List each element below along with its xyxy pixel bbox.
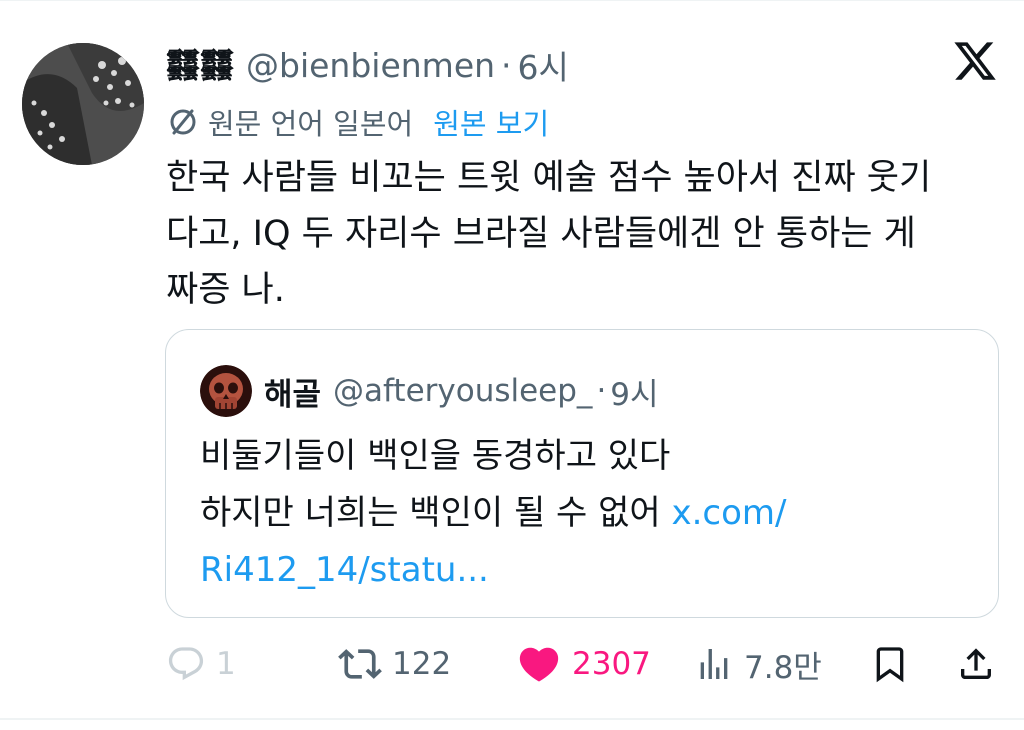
translation-label: 원문 언어 일본어 <box>208 107 414 141</box>
retweet-icon <box>338 642 382 686</box>
retweet-count: 122 <box>392 646 452 682</box>
views-count: 7.8만 <box>744 649 822 686</box>
user-handle[interactable]: @bienbienmen <box>246 46 495 85</box>
quote-timestamp[interactable]: 9시 <box>610 369 658 414</box>
tweet-text: 한국 사람들 비꼬는 트윗 예술 점수 높아서 진짜 웃기 다고, IQ 두 자… <box>166 158 932 310</box>
action-bar: 1 122 2307 7.8만 <box>0 632 1024 696</box>
bottom-divider <box>0 718 1024 720</box>
share-icon <box>956 644 996 684</box>
quote-header: 해골 @afteryousleep_ · 9시 <box>200 364 659 418</box>
reply-count: 1 <box>216 646 236 682</box>
quote-link-continued[interactable]: Ri412_14/statu... <box>200 542 980 599</box>
quote-line-1: 비둘기들이 백인을 동경하고 있다 <box>200 436 671 476</box>
bookmark-button[interactable] <box>870 632 910 696</box>
timestamp[interactable]: 6시 <box>518 41 569 89</box>
quote-text: 비둘기들이 백인을 동경하고 있다 하지만 너희는 백인이 될 수 없어 x.c… <box>200 428 980 599</box>
reply-button[interactable]: 1 <box>166 632 236 696</box>
separator-dot: · <box>501 45 512 85</box>
quote-avatar[interactable] <box>200 365 252 417</box>
translation-row: 원문 언어 일본어 원본 보기 <box>166 100 549 144</box>
display-name[interactable]: 𩇔𩇔 <box>166 44 234 87</box>
top-divider <box>0 0 1024 1</box>
retweet-button[interactable]: 122 <box>338 632 451 696</box>
bookmark-icon <box>870 644 910 684</box>
show-original-link[interactable]: 원본 보기 <box>433 101 549 143</box>
quote-line-2: 하지만 너희는 백인이 될 수 없어 x.com/ <box>200 485 980 542</box>
quote-display-name[interactable]: 해골 <box>264 369 321 414</box>
heart-icon <box>516 641 562 687</box>
share-button[interactable] <box>956 632 996 696</box>
avatar[interactable] <box>22 43 144 165</box>
quote-tweet[interactable]: 해골 @afteryousleep_ · 9시 비둘기들이 백인을 동경하고 있… <box>165 329 999 618</box>
translate-icon <box>166 105 200 139</box>
quote-separator-dot: · <box>596 373 607 409</box>
reply-icon <box>166 644 206 684</box>
x-logo-icon <box>952 38 998 84</box>
tweet-header: 𩇔𩇔 @bienbienmen · 6시 <box>166 40 569 90</box>
views-icon <box>694 644 734 684</box>
like-button[interactable]: 2307 <box>516 632 651 696</box>
views-button[interactable]: 7.8만 <box>694 632 822 696</box>
quote-user-handle[interactable]: @afteryousleep_ <box>333 373 592 409</box>
quote-link[interactable]: x.com/ <box>672 493 787 533</box>
like-count: 2307 <box>572 646 651 682</box>
quote-line-2-text: 하지만 너희는 백인이 될 수 없어 <box>200 493 672 533</box>
